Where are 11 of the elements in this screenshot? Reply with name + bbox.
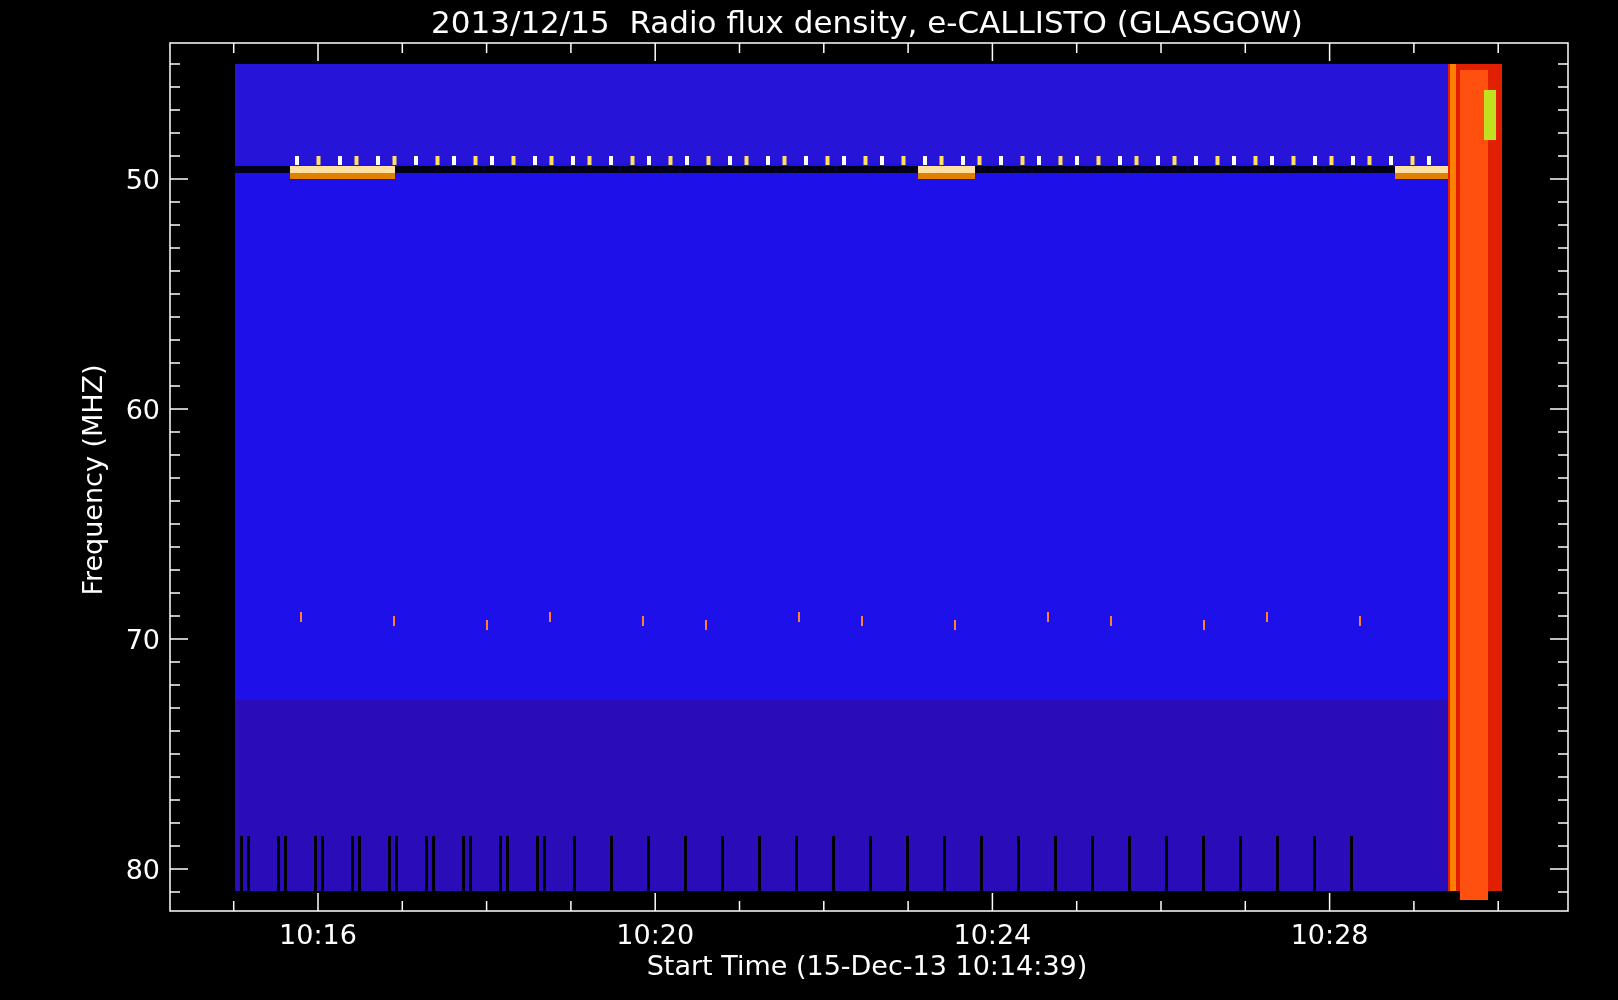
x-tick-label: 10:16 [279,919,357,950]
x-axis-label: Start Time (15-Dec-13 10:14:39) [646,950,1088,981]
y-tick-label: 60 [125,394,160,425]
y-axis-label: Frequency (MHZ) [77,364,108,596]
chart-title: 2013/12/15 Radio flux density, e-CALLISTO (GLASGOW) [431,4,1303,40]
y-tick-label: 50 [125,164,160,195]
y-tick-label: 80 [125,854,160,885]
x-tick-label: 10:24 [953,919,1032,950]
x-tick-label: 10:20 [616,919,695,950]
y-tick-label: 70 [125,624,160,655]
x-tick-label: 10:28 [1290,919,1369,950]
